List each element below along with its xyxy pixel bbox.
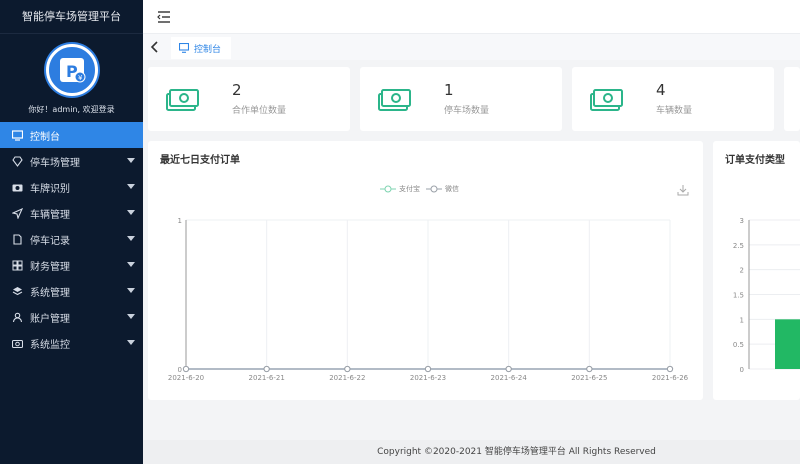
header xyxy=(143,0,800,34)
stat-value: 2 xyxy=(232,81,242,99)
y-tick-label: 1 xyxy=(178,217,182,225)
chevron-left-icon[interactable] xyxy=(149,40,161,54)
x-tick-label: 2021-6-20 xyxy=(168,374,204,382)
layers-icon xyxy=(12,286,23,297)
sidebar-item-vehicle[interactable]: 车辆管理 xyxy=(0,200,143,226)
camera-icon xyxy=(12,338,23,349)
sidebar-item-parking-lot[interactable]: 停车场管理 xyxy=(0,148,143,174)
user-icon xyxy=(12,312,23,323)
caret-down-icon xyxy=(127,236,135,241)
x-tick-label: 2021-6-21 xyxy=(249,374,285,382)
y-tick-label: 2 xyxy=(740,267,744,275)
x-tick-label: 2021-6-24 xyxy=(491,374,528,382)
sidebar-item-parking-record[interactable]: 停车记录 xyxy=(0,226,143,252)
camera-icon xyxy=(12,182,23,193)
monitor-icon xyxy=(12,129,23,141)
stat-label: 合作单位数量 xyxy=(232,106,287,116)
sidebar-item-label: 财务管理 xyxy=(30,261,70,273)
caret-down-icon xyxy=(127,262,135,267)
diamond-icon xyxy=(12,155,23,167)
money-icon xyxy=(166,89,199,111)
line-chart: 0 1 2021-6-20 2021-6-21 2021-6-22 2021-6-23 20… xyxy=(168,217,689,382)
stat-card-partial xyxy=(784,67,800,131)
caret-down-icon xyxy=(127,210,135,215)
bar-chart: 0 0.5 1 1.5 2 2.5 3 xyxy=(733,217,800,374)
footer: Copyright ©2020-2021 智能停车场管理平台 All Right… xyxy=(143,440,800,464)
caret-down-icon xyxy=(127,158,135,163)
y-tick-label: 0 xyxy=(178,366,182,374)
stat-card-vehicles: 4 车辆数量 xyxy=(572,67,774,131)
sidebar-item-label: 车辆管理 xyxy=(30,209,70,221)
sidebar-item-label: 停车记录 xyxy=(30,235,70,247)
sidebar-item-dashboard[interactable]: 控制台 xyxy=(0,122,143,148)
send-icon xyxy=(12,207,23,219)
tabs-bar: 控制台 xyxy=(143,34,800,60)
x-tick-label: 2021-6-22 xyxy=(329,374,365,382)
tab-dashboard[interactable]: 控制台 xyxy=(171,37,232,59)
data-point xyxy=(263,365,270,373)
caret-down-icon xyxy=(127,184,135,189)
stat-card-parking-lots: 1 停车场数量 xyxy=(360,67,562,131)
line-chart-panel: 最近七日支付订单 支付宝 微信 0 1 2021-6-20 2021-6-21 2021… xyxy=(148,141,703,400)
user-panel: P ¥ 你好！admin, 欢迎登录 xyxy=(0,34,143,122)
stat-value: 4 xyxy=(656,81,666,99)
y-tick-label: 0 xyxy=(740,366,744,374)
data-point xyxy=(424,365,432,373)
app-title: 智能停车场管理平台 xyxy=(0,0,143,34)
parking-logo-icon: P ¥ xyxy=(59,58,85,83)
document-icon xyxy=(12,233,23,245)
tab-label: 控制台 xyxy=(194,44,222,55)
monitor-icon xyxy=(179,43,189,53)
avatar[interactable]: P ¥ xyxy=(45,44,98,96)
bar-chart-panel: 订单支付类型 0 0.5 1 1.5 2 2.5 3 xyxy=(713,141,800,400)
money-icon xyxy=(378,89,411,111)
sidebar-item-system[interactable]: 系统管理 xyxy=(0,278,143,304)
grid-icon xyxy=(12,260,23,271)
sidebar-item-label: 车牌识别 xyxy=(30,183,70,195)
sidebar: 智能停车场管理平台 P ¥ 你好！admin, 欢迎登录 控制台 停车场管理 车… xyxy=(0,0,143,464)
x-tick-label: 2021-6-26 xyxy=(652,374,689,382)
bar xyxy=(775,319,800,369)
stat-label: 车辆数量 xyxy=(656,106,693,116)
y-tick-label: 1.5 xyxy=(733,292,744,300)
sidebar-item-label: 停车场管理 xyxy=(30,157,80,169)
sidebar-item-label: 账户管理 xyxy=(30,313,70,325)
y-tick-label: 3 xyxy=(740,217,744,225)
y-tick-label: 0.5 xyxy=(733,341,744,349)
x-tick-label: 2021-6-25 xyxy=(571,374,607,382)
sidebar-item-label: 系统管理 xyxy=(30,287,70,299)
sidebar-menu: 控制台 停车场管理 车牌识别 车辆管理 停车记录 财务管理 系统管理 账户管理 … xyxy=(0,122,143,356)
sidebar-item-label: 控制台 xyxy=(30,131,60,143)
menu-toggle-icon[interactable] xyxy=(157,10,171,24)
sidebar-item-label: 系统监控 xyxy=(30,339,70,351)
caret-down-icon xyxy=(127,314,135,319)
stat-label: 停车场数量 xyxy=(444,106,490,116)
sidebar-item-monitor[interactable]: 系统监控 xyxy=(0,330,143,356)
welcome-text: 你好！admin, 欢迎登录 xyxy=(28,105,115,114)
data-point xyxy=(344,365,351,373)
stat-card-partners: 2 合作单位数量 xyxy=(148,67,350,131)
data-point xyxy=(505,365,512,373)
sidebar-item-account[interactable]: 账户管理 xyxy=(0,304,143,330)
stat-value: 1 xyxy=(444,81,454,99)
data-point xyxy=(586,365,593,373)
y-tick-label: 1 xyxy=(740,316,744,324)
sidebar-item-finance[interactable]: 财务管理 xyxy=(0,252,143,278)
x-tick-label: 2021-6-23 xyxy=(410,374,446,382)
y-tick-label: 2.5 xyxy=(733,242,744,250)
caret-down-icon xyxy=(127,288,135,293)
sidebar-item-plate-recognition[interactable]: 车牌识别 xyxy=(0,174,143,200)
money-icon xyxy=(590,89,623,111)
caret-down-icon xyxy=(127,340,135,345)
data-point xyxy=(666,365,674,373)
svg-text:¥: ¥ xyxy=(78,74,83,82)
data-point xyxy=(182,365,190,373)
